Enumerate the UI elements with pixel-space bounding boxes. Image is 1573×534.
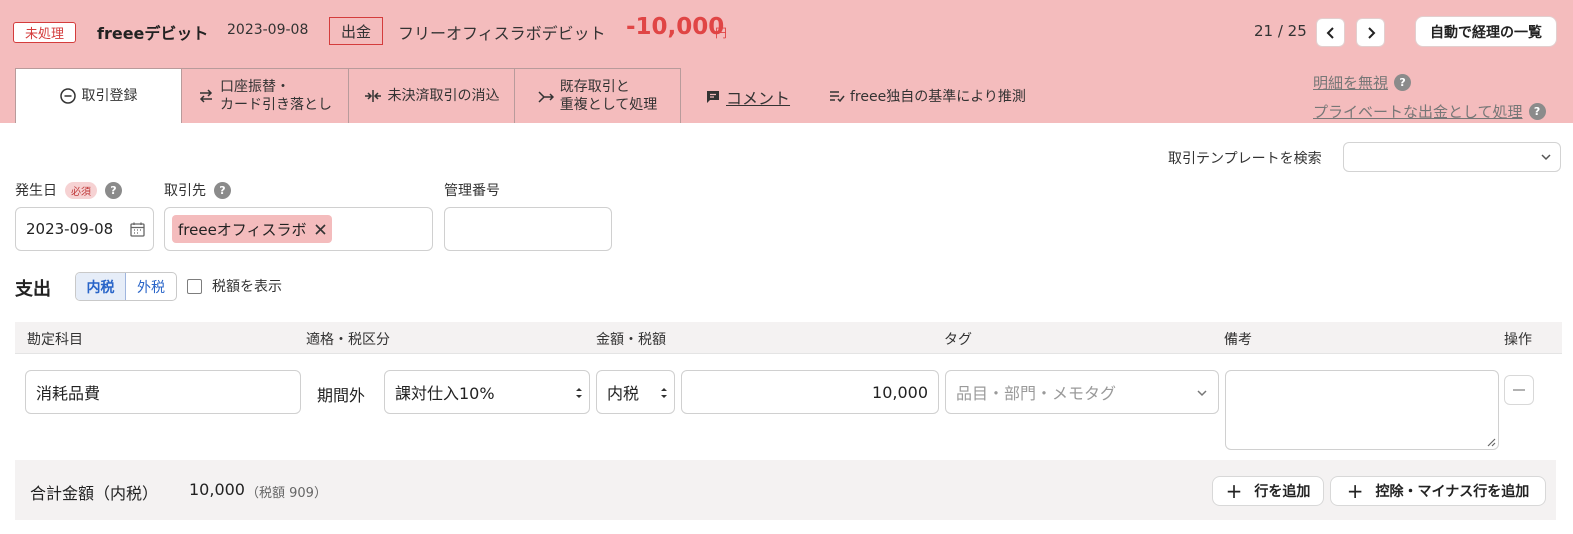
template-search-select[interactable]: [1343, 142, 1561, 172]
column-header: 金額・税額: [596, 332, 666, 348]
status-badge: 未処理: [13, 22, 76, 43]
chevron-left-icon: [1326, 26, 1334, 39]
tax-mode-select[interactable]: 内税: [596, 370, 675, 414]
expense-section-title: 支出: [15, 279, 51, 300]
auto-accounting-list-button[interactable]: 自動で経理の一覧: [1415, 16, 1557, 47]
account-input[interactable]: 消耗品費: [25, 370, 301, 414]
tax-inclusive-option[interactable]: 内税: [76, 273, 126, 300]
amount-value: 10,000: [872, 382, 928, 402]
tab-settle-unsettled[interactable]: 未決済取引の消込: [348, 68, 515, 123]
list-check-icon: [830, 91, 845, 102]
template-search-label: 取引テンプレートを検索: [1168, 151, 1322, 167]
total-value: 10,000: [189, 480, 245, 499]
bank-account-name: freeeデビット: [97, 24, 209, 43]
memo-textarea[interactable]: [1225, 370, 1499, 450]
tax-category-select[interactable]: 課対仕入10%: [384, 370, 590, 414]
tag-placeholder: 品目・部門・メモタグ: [956, 384, 1117, 403]
chevron-down-icon: [1541, 154, 1551, 161]
help-icon[interactable]: ?: [1394, 74, 1412, 91]
calendar-icon[interactable]: [130, 222, 145, 237]
transfer-arrows-icon: [199, 89, 213, 103]
close-icon[interactable]: [314, 223, 326, 235]
add-deduction-label: 控除・マイナス行を追加: [1375, 484, 1530, 500]
total-label: 合計金額（内税）: [30, 484, 159, 503]
help-icon[interactable]: ?: [214, 181, 231, 199]
guess-note: freee独自の基準により推測: [829, 86, 1026, 106]
date-label-text: 発生日: [15, 183, 57, 199]
table-header: 勘定科目 適格・税区分 金額・税額 タグ 備考 操作: [15, 322, 1562, 354]
minus-icon: [1513, 389, 1525, 391]
transaction-description: フリーオフィスラボデビット: [398, 24, 606, 43]
tax-mode-value: 内税: [607, 384, 640, 403]
show-tax-checkbox[interactable]: [187, 278, 202, 294]
tag-select[interactable]: 品目・部門・メモタグ: [945, 370, 1219, 414]
tab-account-transfer[interactable]: 口座振替・ カード引き落とし: [181, 68, 349, 123]
show-tax-label: 税額を表示: [212, 279, 282, 295]
select-arrows-icon: [661, 388, 667, 398]
partner-field-label: 取引先 ?: [164, 180, 231, 200]
private-withdrawal-link[interactable]: プライベートな出金として処理 ?: [1313, 101, 1546, 122]
column-header: 備考: [1224, 332, 1252, 348]
tab-mark-duplicate[interactable]: 既存取引と 重複として処理: [514, 68, 681, 123]
add-deduction-row-button[interactable]: + 控除・マイナス行を追加: [1330, 476, 1546, 506]
transaction-amount: -10,000: [626, 14, 725, 40]
comment-link[interactable]: コメント: [706, 85, 790, 109]
chevron-down-icon: [1197, 390, 1207, 397]
amount-input[interactable]: 10,000: [681, 370, 939, 414]
date-field-label: 発生日 必須 ?: [15, 180, 122, 200]
chevron-right-icon: [1367, 26, 1375, 39]
column-header: 勘定科目: [27, 332, 83, 348]
account-value: 消耗品費: [36, 384, 101, 403]
transaction-type-badge: 出金: [329, 17, 383, 45]
column-header: タグ: [944, 332, 972, 348]
required-badge: 必須: [65, 181, 97, 199]
plus-icon: +: [1346, 479, 1364, 503]
resize-handle-icon[interactable]: [1487, 438, 1496, 447]
management-number-label: 管理番号: [444, 180, 500, 200]
next-button[interactable]: [1356, 18, 1385, 47]
partner-label-text: 取引先: [164, 183, 206, 199]
select-arrows-icon: [576, 388, 582, 398]
pager-counter: 21 / 25: [1254, 22, 1307, 40]
guess-label: freee独自の基準により推測: [850, 89, 1026, 105]
help-icon[interactable]: ?: [105, 181, 122, 199]
add-row-button[interactable]: + 行を追加: [1212, 476, 1324, 506]
transaction-date: 2023-09-08: [227, 22, 309, 38]
partner-chip-label: freeeオフィスラボ: [178, 220, 307, 239]
minus-circle-icon: [59, 88, 76, 104]
tab-label: 未決済取引の消込: [387, 88, 500, 104]
management-number-input[interactable]: [444, 207, 612, 251]
tab-label: 既存取引と 重複として処理: [559, 79, 658, 113]
tax-category-value: 課対仕入10%: [395, 384, 495, 403]
column-header: 操作: [1504, 332, 1532, 348]
prev-button[interactable]: [1316, 18, 1345, 47]
tab-label: 取引登録: [81, 88, 138, 104]
plus-icon: +: [1225, 479, 1243, 503]
tab-register-transaction[interactable]: 取引登録: [15, 68, 182, 123]
currency-unit: 円: [715, 26, 728, 40]
date-input[interactable]: 2023-09-08: [15, 207, 154, 251]
show-tax-toggle[interactable]: 税額を表示: [187, 276, 282, 296]
column-header: 適格・税区分: [306, 332, 390, 348]
total-tax-note: （税額 909）: [246, 486, 327, 501]
qualification-label: 期間外: [317, 386, 366, 405]
partner-chip: freeeオフィスラボ: [172, 215, 332, 243]
mgmt-label-text: 管理番号: [444, 183, 500, 199]
ignore-label: 明細を無視: [1313, 74, 1389, 92]
settle-icon: [364, 90, 381, 102]
add-row-label: 行を追加: [1254, 484, 1311, 500]
remove-row-button[interactable]: [1504, 375, 1534, 405]
partner-input[interactable]: freeeオフィスラボ: [164, 207, 433, 251]
ignore-detail-link[interactable]: 明細を無視 ?: [1313, 72, 1412, 93]
tab-label: 口座振替・ カード引き落とし: [220, 79, 332, 113]
tax-exclusive-option[interactable]: 外税: [126, 273, 176, 300]
comment-label: コメント: [726, 89, 791, 108]
tax-mode-toggle: 内税 外税: [75, 272, 177, 301]
comment-icon: [707, 91, 719, 103]
help-icon[interactable]: ?: [1528, 103, 1546, 120]
date-value: 2023-09-08: [26, 220, 114, 238]
private-label: プライベートな出金として処理: [1313, 103, 1523, 121]
merge-arrow-icon: [538, 91, 554, 103]
